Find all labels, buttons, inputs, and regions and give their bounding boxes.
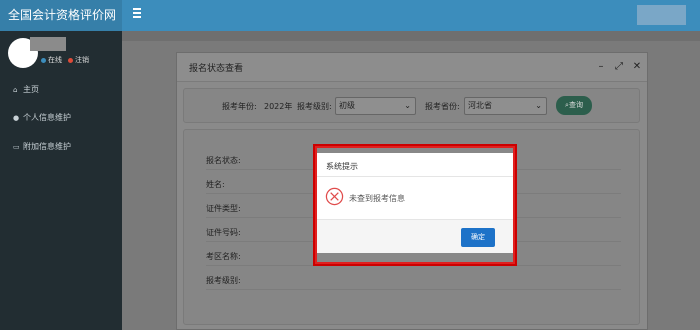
sidebar-item-personal-info[interactable]: ● 个人信息维护 <box>0 107 122 129</box>
system-alert-dialog: 系统提示 未查到报考信息 确定 <box>313 144 517 266</box>
site-title[interactable]: 全国会计资格评价网 <box>0 0 122 31</box>
username-redacted <box>30 37 66 51</box>
info-label-status: 报名状态: <box>206 156 241 165</box>
alert-message: 未查到报考信息 <box>349 194 405 203</box>
ok-button[interactable]: 确定 <box>461 228 495 247</box>
level-select[interactable]: 初级 ⌄ <box>335 97 416 115</box>
maximize-icon[interactable]: ⤢ <box>613 61 625 73</box>
info-label-exam-area: 考区名称: <box>206 252 241 261</box>
minimize-icon[interactable]: – <box>595 61 607 73</box>
alert-title: 系统提示 <box>326 162 358 171</box>
info-label-id-number: 证件号码: <box>206 228 241 237</box>
level-label: 报考级别: <box>297 102 332 111</box>
alert-header: 系统提示 <box>317 153 513 177</box>
card-icon: ▭ <box>13 143 20 151</box>
divider <box>206 289 621 290</box>
province-select[interactable]: 河北省 ⌄ <box>464 97 547 115</box>
close-icon[interactable]: ✕ <box>631 61 643 73</box>
province-label: 报考省份: <box>425 102 460 111</box>
divider <box>206 265 621 266</box>
info-label-name: 姓名: <box>206 180 225 189</box>
modal-header: 报名状态查看 – ⤢ ✕ <box>177 53 647 82</box>
status-online: 在线 <box>41 55 62 65</box>
home-icon: ⌂ <box>13 86 18 94</box>
modal-title: 报名状态查看 <box>189 64 244 74</box>
user-status: 在线 注销 <box>41 55 89 65</box>
content-header <box>122 31 700 41</box>
sidebar-item-extra-info[interactable]: ▭ 附加信息维护 <box>0 136 122 158</box>
filter-panel: 报考年份: 2022年 报考级别: 初级 ⌄ 报考省份: 河北省 ⌄ ⌕查询 <box>183 88 640 123</box>
hamburger-icon[interactable] <box>133 8 145 20</box>
user-icon: ● <box>13 114 20 122</box>
alert-body: 未查到报考信息 <box>317 178 513 218</box>
sidebar: 在线 注销 ⌂ 主页 ● 个人信息维护 ▭ 附加信息维护 <box>0 31 122 330</box>
year-label: 报考年份: <box>222 102 257 111</box>
info-label-exam-level: 报考级别: <box>206 276 241 285</box>
top-navbar: 全国会计资格评价网 <box>0 0 700 31</box>
alert-bottom-strip <box>317 253 513 262</box>
error-icon <box>325 187 344 206</box>
query-button[interactable]: ⌕查询 <box>556 96 592 115</box>
chevron-down-icon: ⌄ <box>535 101 542 110</box>
sidebar-item-home[interactable]: ⌂ 主页 <box>0 79 122 101</box>
logout-link[interactable]: 注销 <box>68 55 89 65</box>
info-label-id-type: 证件类型: <box>206 204 241 213</box>
year-value: 2022年 <box>264 102 293 111</box>
user-menu[interactable] <box>637 5 686 25</box>
chevron-down-icon: ⌄ <box>404 101 411 110</box>
